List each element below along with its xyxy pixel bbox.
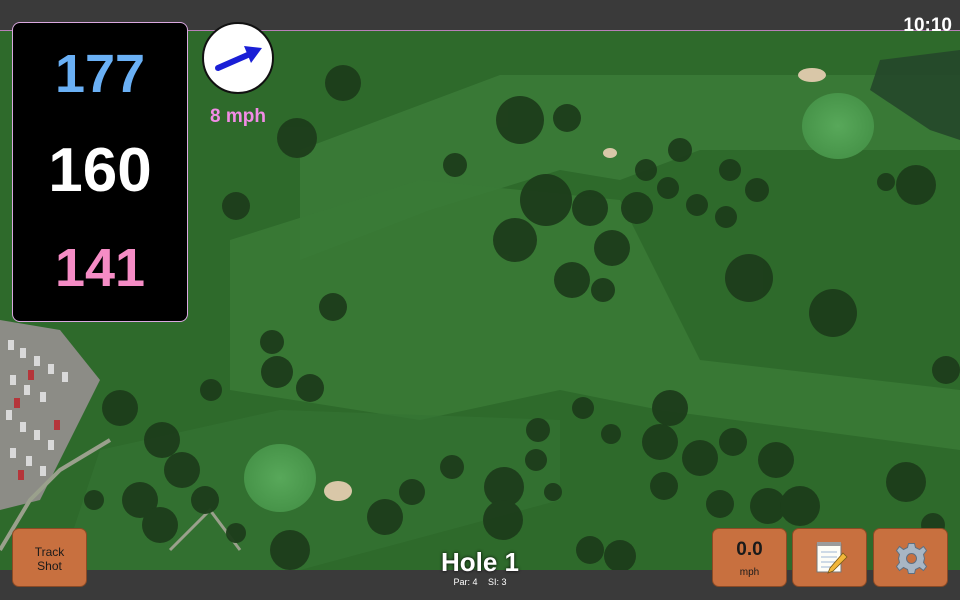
track-shot-label-line2: Shot [37,559,62,573]
notes-button[interactable] [792,528,867,587]
hole-par: Par: 4 [453,577,478,587]
yardage-panel: 177 160 141 [12,22,188,322]
settings-button[interactable] [873,528,948,587]
status-clock: 10:10 [903,15,952,36]
track-shot-button[interactable]: Track Shot [12,528,87,587]
speed-button[interactable]: 0.0 mph [712,528,787,587]
track-shot-label-line1: Track [34,545,65,559]
yardage-back: 177 [54,44,146,104]
wind-direction-arrow-icon [215,46,262,71]
yardage-front: 141 [54,238,146,298]
hole-info: Par: 4 SI: 3 [380,577,580,587]
notepad-icon [816,542,848,574]
gear-icon [895,543,928,574]
hole-title: Hole 1 [440,547,520,577]
wind-speed: 8 mph [210,106,266,127]
yardage-middle: 160 [48,136,152,205]
hole-stroke-index: SI: 3 [488,577,507,587]
wind-dial [202,22,274,94]
speed-value: 0.0 [736,539,763,560]
speed-unit: mph [739,567,760,578]
